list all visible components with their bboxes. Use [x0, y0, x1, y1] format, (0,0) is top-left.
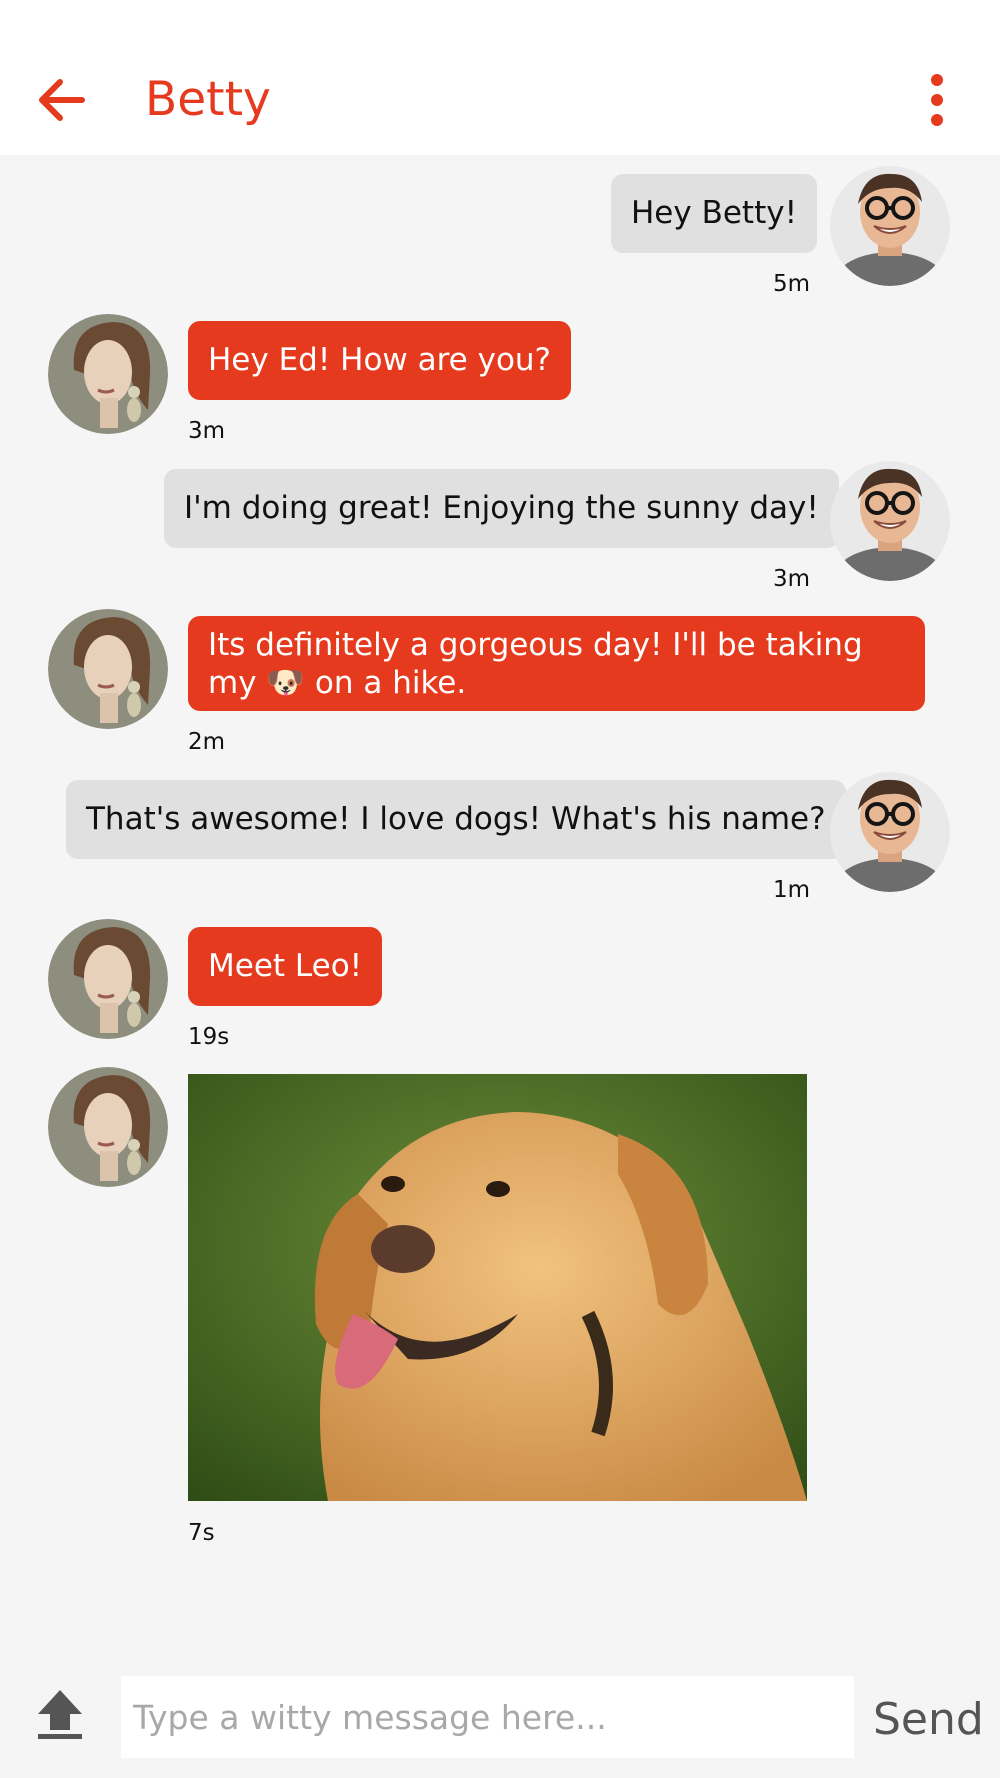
message-bubble-received[interactable]: Meet Leo! [188, 927, 383, 1006]
status-bar [0, 0, 1000, 48]
message-bubble-received[interactable]: Its definitely a gorgeous day! I'll be t… [188, 616, 925, 711]
back-button[interactable] [30, 72, 94, 128]
message-timestamp: 1m [773, 877, 811, 903]
message-timestamp: 7s [188, 1520, 215, 1546]
message-timestamp: 2m [188, 729, 226, 755]
upload-icon [38, 1690, 82, 1739]
avatar-ed[interactable] [830, 166, 950, 286]
avatar-betty[interactable] [48, 919, 168, 1039]
message-timestamp: 3m [773, 566, 811, 592]
avatar-betty[interactable] [48, 314, 168, 434]
message-bubble-sent[interactable]: That's awesome! I love dogs! What's his … [66, 780, 846, 859]
message-bubble-sent[interactable]: Hey Betty! [611, 174, 818, 253]
dog-photo[interactable] [188, 1074, 807, 1501]
menu-button[interactable] [913, 72, 961, 128]
avatar-ed[interactable] [830, 772, 950, 892]
message-bubble-received[interactable]: Hey Ed! How are you? [188, 321, 572, 400]
arrow-left-icon [39, 79, 85, 121]
message-timestamp: 19s [188, 1024, 230, 1050]
message-timestamp: 3m [188, 418, 226, 444]
upload-button[interactable] [32, 1686, 88, 1742]
chat-title: Betty [145, 72, 271, 127]
message-timestamp: 5m [773, 271, 811, 297]
avatar-betty[interactable] [48, 1067, 168, 1187]
message-text: on a hike. [314, 665, 467, 701]
message-bubble-sent[interactable]: I'm doing great! Enjoying the sunny day! [164, 469, 839, 548]
app-bar: Betty [0, 48, 1000, 155]
send-button[interactable]: Send [873, 1695, 984, 1745]
message-input[interactable] [121, 1676, 854, 1758]
message-text: Its definitely a gorgeous day! I'll be t… [208, 627, 863, 701]
avatar-betty[interactable] [48, 609, 168, 729]
more-vertical-icon [931, 74, 943, 126]
avatar-ed[interactable] [830, 461, 950, 581]
dog-emoji-icon: 🐶 [266, 665, 306, 701]
